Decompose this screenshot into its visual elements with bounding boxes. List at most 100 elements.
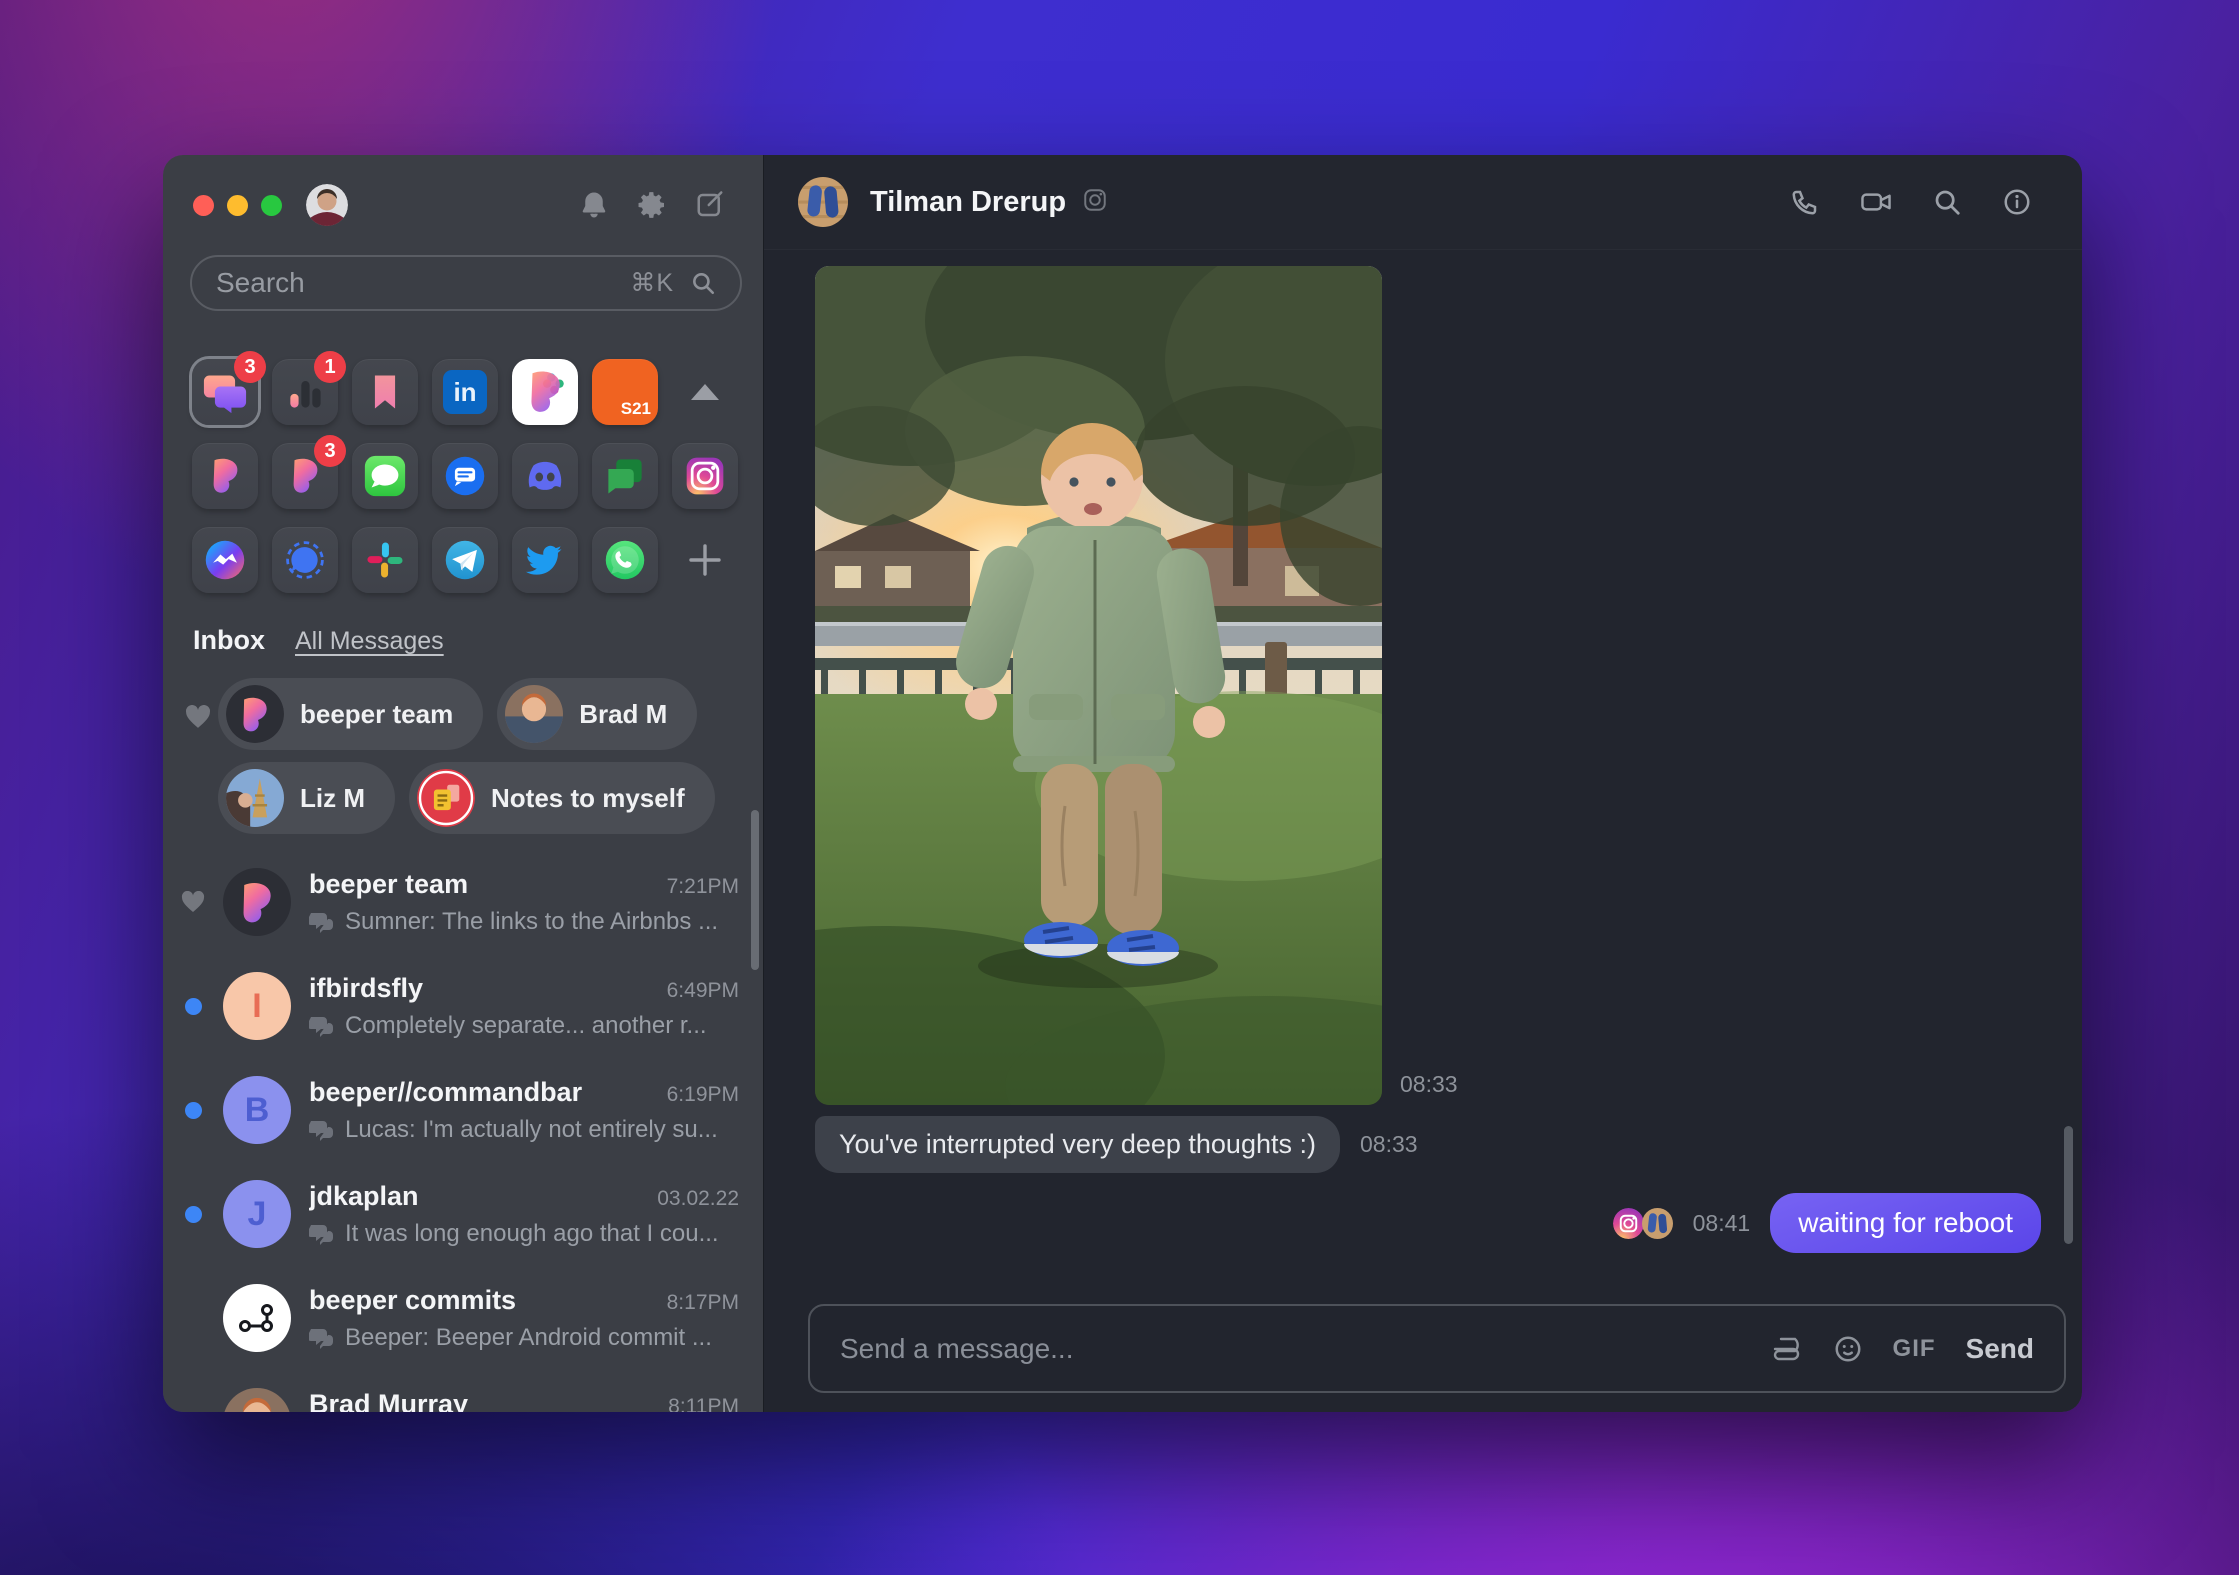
network-tile-bookmarks[interactable] [352,359,418,425]
notes-avatar [417,769,475,827]
zoom-window-button[interactable] [261,194,282,216]
conversation-row-beeper-commandbar[interactable]: B beeper//commandbar 6:19PM Lucas: I'm ac… [163,1058,763,1162]
timestamp: 6:49PM [666,978,739,1002]
conversation-list: beeper team 7:21PM Sumner: The links to t… [163,850,763,1412]
instagram-network-icon [1082,187,1108,218]
conversation-row-beeper-team[interactable]: beeper team 7:21PM Sumner: The links to t… [163,850,763,954]
bell-icon[interactable] [579,190,609,220]
search-placeholder: Search [216,267,305,298]
favorites-heart-icon [185,704,211,734]
search-icon[interactable] [1932,187,1962,217]
message-timestamp: 08:33 [1400,1071,1458,1097]
message-composer[interactable]: Send a message... GIF Send [808,1304,2066,1393]
network-tile-stats[interactable]: 1 [272,351,346,425]
user-avatar[interactable] [306,184,348,226]
network-tile-slack[interactable] [352,527,418,593]
sidebar-scrollbar[interactable] [751,810,759,970]
send-button[interactable]: Send [1966,1333,2034,1365]
unread-dot [184,997,202,1015]
network-tile-discord[interactable] [512,443,578,509]
network-tile-beeper[interactable] [192,443,258,509]
gif-button[interactable]: GIF [1893,1335,1936,1363]
video-icon[interactable] [1860,187,1892,217]
network-tile-all-chats[interactable]: 3 [192,351,266,425]
message-timestamp: 08:33 [1359,1131,1418,1157]
chat-bubble-icon [309,1120,333,1141]
minimize-window-button[interactable] [227,194,248,216]
close-window-button[interactable] [193,194,214,216]
favorite-pill-liz-m[interactable]: Liz M [218,762,395,834]
favorite-pill-beeper-team[interactable]: beeper team [218,678,484,750]
conversation-row-jdkaplan[interactable]: J jdkaplan 03.02.22 It was long enough ag… [163,1162,763,1266]
unread-dot [184,1101,202,1119]
network-tile-s21[interactable]: S21 [592,359,658,425]
window-controls [193,194,282,216]
favorite-pill-notes-to-myself[interactable]: Notes to myself [409,762,715,834]
read-receipts [1612,1207,1673,1239]
instagram-icon [686,457,724,495]
instagram-receipt-icon [1612,1207,1644,1239]
network-tile-imessage[interactable] [352,443,418,509]
favorite-pill-brad-m[interactable]: Brad M [497,678,698,750]
contact-name: Tilman Drerup [870,185,1067,218]
favorites: beeper team Brad M Liz M Notes to myself [218,678,748,846]
attachment-icon[interactable] [1769,1336,1803,1362]
slack-icon [367,542,403,578]
sent-message-bubble: waiting for reboot [1770,1193,2041,1253]
signal-icon [286,541,324,579]
network-tile-linkedin[interactable]: in [432,359,498,425]
network-tile-messenger[interactable] [192,527,258,593]
network-tile-beeper-2[interactable]: 3 [272,435,346,509]
messenger-icon [205,540,245,580]
chat-bubble-icon [309,912,333,933]
timestamp: 8:17PM [666,1290,739,1314]
network-tile-whatsapp[interactable] [592,527,658,593]
network-tile-twitter[interactable] [512,527,578,593]
chat-header: Tilman Drerup [764,155,2082,250]
timestamp: 8:11PM [668,1394,739,1413]
emoji-icon[interactable] [1833,1334,1863,1364]
conversation-row-brad-murray[interactable]: Brad Murray8:11PM How th... [163,1370,763,1412]
conversation-row-beeper-commits[interactable]: beeper commits 8:17PM Beeper: Beeper Andr… [163,1266,763,1370]
network-tile-telegram[interactable] [432,527,498,593]
search-input[interactable]: Search ⌘K [190,255,742,311]
contact-avatar[interactable] [798,177,848,227]
photo-message[interactable] [815,266,1382,1105]
beeper-window: Search ⌘K 3 1 in S21 3 Inbox All Message… [163,155,2082,1412]
telegram-icon [445,540,485,580]
compose-icon[interactable] [695,190,725,220]
chat-scrollbar[interactable] [2064,1126,2073,1244]
discord-icon [528,461,562,490]
twitter-icon [525,545,562,575]
timestamp: 6:19PM [666,1082,739,1106]
chat-panel: Tilman Drerup 08:33 You've interrupted v… [763,155,2082,1412]
add-network-button[interactable] [672,527,738,593]
network-grid: 3 1 in S21 3 [192,351,752,611]
info-icon[interactable] [2002,187,2032,217]
beeper-slack-icon [531,371,564,412]
sms-icon [445,456,485,496]
network-tile-google-chat[interactable] [592,443,658,509]
all-messages-link[interactable]: All Messages [295,627,444,656]
conversation-row-ifbirdsfly[interactable]: I ifbirdsfly 6:49PM Completely separate..… [163,954,763,1058]
avatar [223,1284,291,1352]
network-tile-signal[interactable] [272,527,338,593]
timestamp: 7:21PM [666,874,739,898]
collapse-up-icon [691,384,719,400]
favorite-heart-icon [163,891,223,913]
beeper-team-avatar [226,685,284,743]
sent-message-row: 08:41 waiting for reboot [1612,1193,2041,1253]
unread-badge: 3 [234,351,266,383]
inbox-title: Inbox [193,625,265,655]
gear-icon[interactable] [636,189,668,221]
phone-icon[interactable] [1790,187,1820,217]
chat-bubble-icon [309,1328,333,1349]
avatar: I [223,972,291,1040]
linkedin-icon: in [443,370,487,414]
network-tile-instagram[interactable] [672,443,738,509]
avatar: B [223,1076,291,1144]
network-tile-beeper-slack[interactable] [512,359,578,425]
network-tile-sms[interactable] [432,443,498,509]
brad-m-avatar [505,685,564,743]
collapse-grid-button[interactable] [672,359,738,425]
